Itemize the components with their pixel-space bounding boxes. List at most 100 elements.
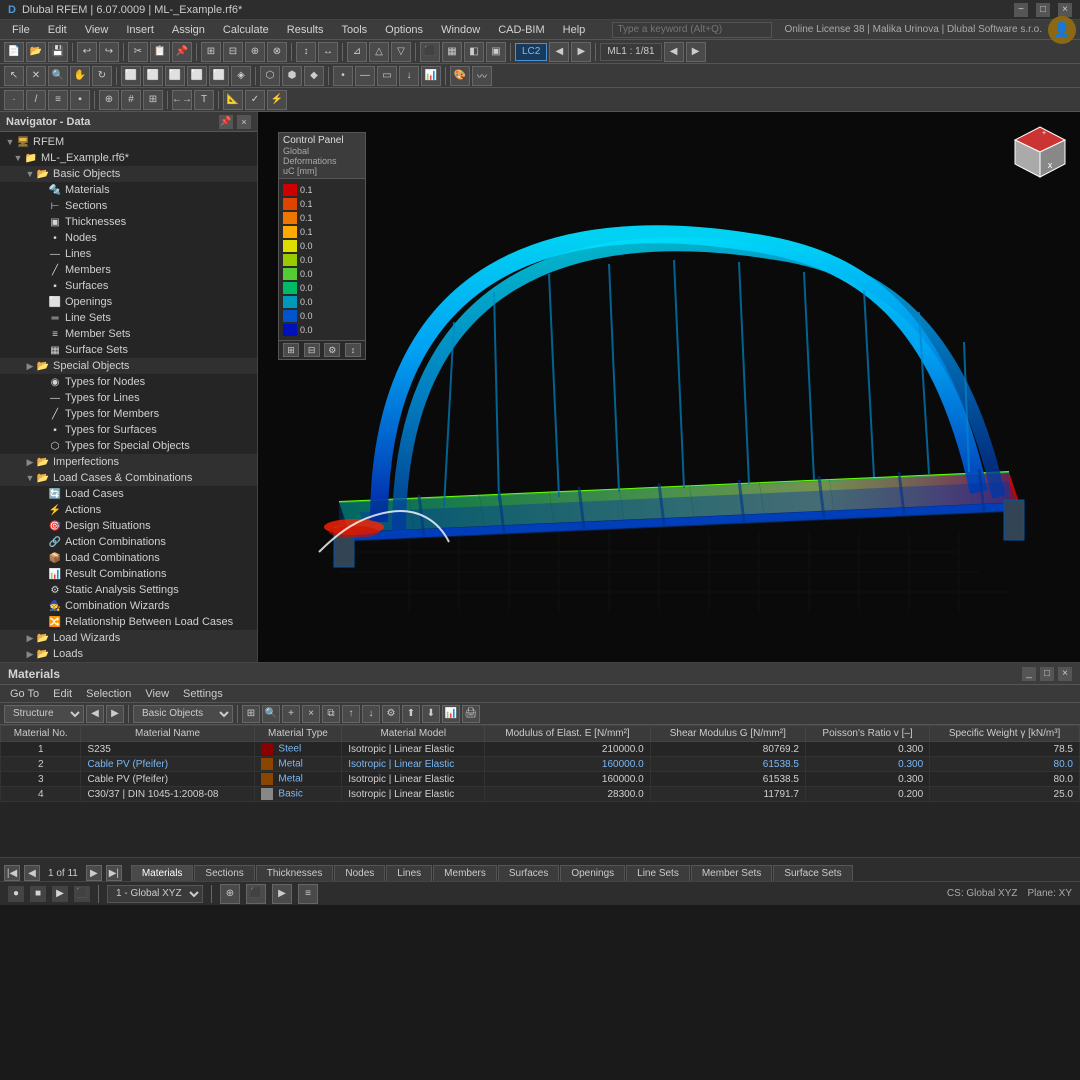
tree-loads[interactable]: ▶ 📂 Loads [0, 646, 257, 662]
tab-sections[interactable]: Sections [194, 865, 254, 881]
mat-import-btn[interactable]: ⬇ [422, 705, 440, 723]
tb-btn-10[interactable]: ⊿ [347, 42, 367, 62]
menu-assign[interactable]: Assign [164, 22, 213, 38]
tb-btn-16[interactable]: ▣ [486, 42, 506, 62]
snap-btn[interactable]: ⊕ [99, 90, 119, 110]
menu-results[interactable]: Results [279, 22, 332, 38]
cp-btn-3[interactable]: ⚙ [324, 343, 340, 357]
status-btn-2[interactable]: ⬛ [246, 884, 266, 904]
status-icon-2[interactable]: ■ [30, 886, 46, 902]
tb-btn-12[interactable]: ▽ [391, 42, 411, 62]
tree-load-cases[interactable]: 🔄 Load Cases [0, 486, 257, 502]
undo-btn[interactable]: ↩ [77, 42, 97, 62]
tree-materials[interactable]: 🔩 Materials [0, 182, 257, 198]
open-btn[interactable]: 📂 [26, 42, 46, 62]
tb-btn-14[interactable]: ▦ [442, 42, 462, 62]
tree-members[interactable]: ╱ Members [0, 262, 257, 278]
zoom-btn[interactable]: 🔍 [48, 66, 68, 86]
grid-btn[interactable]: # [121, 90, 141, 110]
mat-maximize[interactable]: □ [1040, 667, 1054, 681]
mat-print-btn[interactable]: 🖨 [462, 705, 480, 723]
mat-settings-btn[interactable]: ⚙ [382, 705, 400, 723]
tab-materials[interactable]: Materials [131, 865, 194, 881]
tree-membersets[interactable]: ≡ Member Sets [0, 326, 257, 342]
lc-next[interactable]: ▶ [571, 42, 591, 62]
mat-menu-goto[interactable]: Go To [4, 687, 45, 701]
mat-tb-prev[interactable]: ◀ [86, 705, 104, 723]
deform-btn[interactable]: 〰 [472, 66, 492, 86]
view-back[interactable]: ⬜ [143, 66, 163, 86]
tab-surfacesets[interactable]: Surface Sets [773, 865, 852, 881]
cp-btn-4[interactable]: ↕ [345, 343, 361, 357]
page-next[interactable]: ▶ [86, 865, 102, 881]
tree-static-analysis[interactable]: ⚙ Static Analysis Settings [0, 582, 257, 598]
tree-rel-between-lc[interactable]: 🔀 Relationship Between Load Cases [0, 614, 257, 630]
tb-btn-1[interactable]: ✂ [128, 42, 148, 62]
menu-window[interactable]: Window [433, 22, 488, 38]
tb-btn-13[interactable]: ⬛ [420, 42, 440, 62]
select-btn[interactable]: ↖ [4, 66, 24, 86]
tab-lines[interactable]: Lines [386, 865, 432, 881]
page-last[interactable]: ▶| [106, 865, 122, 881]
member-vis[interactable]: — [355, 66, 375, 86]
mat-search-btn[interactable]: 🔍 [262, 705, 280, 723]
cube-navigator[interactable]: x + [1010, 122, 1070, 182]
new-btn[interactable]: 📄 [4, 42, 24, 62]
tab-surfaces[interactable]: Surfaces [498, 865, 559, 881]
status-btn-1[interactable]: ⊕ [220, 884, 240, 904]
keyword-search[interactable] [612, 22, 772, 38]
cp-btn-2[interactable]: ⊟ [304, 343, 320, 357]
tb-btn-5[interactable]: ⊟ [223, 42, 243, 62]
tree-types-lines[interactable]: — Types for Lines [0, 390, 257, 406]
tree-surfacesets[interactable]: ▦ Surface Sets [0, 342, 257, 358]
tab-thicknesses[interactable]: Thicknesses [256, 865, 334, 881]
view-iso[interactable]: ◈ [231, 66, 251, 86]
lc-prev[interactable]: ◀ [549, 42, 569, 62]
render-btn[interactable]: ◆ [304, 66, 324, 86]
menu-cad-bim[interactable]: CAD-BIM [490, 22, 552, 38]
solid-btn[interactable]: ⬢ [282, 66, 302, 86]
mat-copy-btn[interactable]: ⧉ [322, 705, 340, 723]
menu-insert[interactable]: Insert [118, 22, 162, 38]
mat-menu-edit[interactable]: Edit [47, 687, 78, 701]
tab-linesets[interactable]: Line Sets [626, 865, 690, 881]
tab-members[interactable]: Members [433, 865, 497, 881]
tb-btn-7[interactable]: ⊗ [267, 42, 287, 62]
page-first[interactable]: |◀ [4, 865, 20, 881]
tab-nodes[interactable]: Nodes [334, 865, 385, 881]
measure-btn[interactable]: 📐 [223, 90, 243, 110]
mat-chart-btn[interactable]: 📊 [442, 705, 460, 723]
menu-view[interactable]: View [77, 22, 117, 38]
tree-comb-wizards[interactable]: 🧙 Combination Wizards [0, 598, 257, 614]
tab-membersets[interactable]: Member Sets [691, 865, 772, 881]
tree-sections[interactable]: ⊢ Sections [0, 198, 257, 214]
draw-node[interactable]: · [4, 90, 24, 110]
rotate-btn[interactable]: ↻ [92, 66, 112, 86]
menu-tools[interactable]: Tools [333, 22, 375, 38]
tb-btn-15[interactable]: ◧ [464, 42, 484, 62]
tree-rfem[interactable]: ▼ 🖥 RFEM [0, 134, 257, 150]
tab-openings[interactable]: Openings [560, 865, 625, 881]
minimize-button[interactable]: − [1014, 3, 1028, 17]
tree-design-situations[interactable]: 🎯 Design Situations [0, 518, 257, 534]
nav-tree[interactable]: ▼ 🖥 RFEM ▼ 📁 ML-_Example.rf6* ▼ 📂 Basic … [0, 132, 257, 662]
wireframe-btn[interactable]: ⬡ [260, 66, 280, 86]
tree-basic-objects[interactable]: ▼ 📂 Basic Objects [0, 166, 257, 182]
menu-calculate[interactable]: Calculate [215, 22, 277, 38]
tree-openings[interactable]: ⬜ Openings [0, 294, 257, 310]
mat-close[interactable]: × [1058, 667, 1072, 681]
cp-btn-1[interactable]: ⊞ [283, 343, 299, 357]
navigator-close[interactable]: × [237, 115, 251, 129]
mat-filter-btn[interactable]: ⊞ [242, 705, 260, 723]
viewport[interactable]: Control Panel Global Deformations uC [mm… [258, 112, 1080, 662]
mat-menu-view[interactable]: View [139, 687, 175, 701]
draw-member[interactable]: ≡ [48, 90, 68, 110]
tree-lines[interactable]: — Lines [0, 246, 257, 262]
tree-result-combinations[interactable]: 📊 Result Combinations [0, 566, 257, 582]
tb-btn-3[interactable]: 📌 [172, 42, 192, 62]
draw-surface[interactable]: ▪ [70, 90, 90, 110]
tree-load-combinations[interactable]: ▼ 📂 Load Cases & Combinations [0, 470, 257, 486]
view-left[interactable]: ⬜ [165, 66, 185, 86]
status-icon-4[interactable]: ⬛ [74, 886, 90, 902]
surface-vis[interactable]: ▭ [377, 66, 397, 86]
